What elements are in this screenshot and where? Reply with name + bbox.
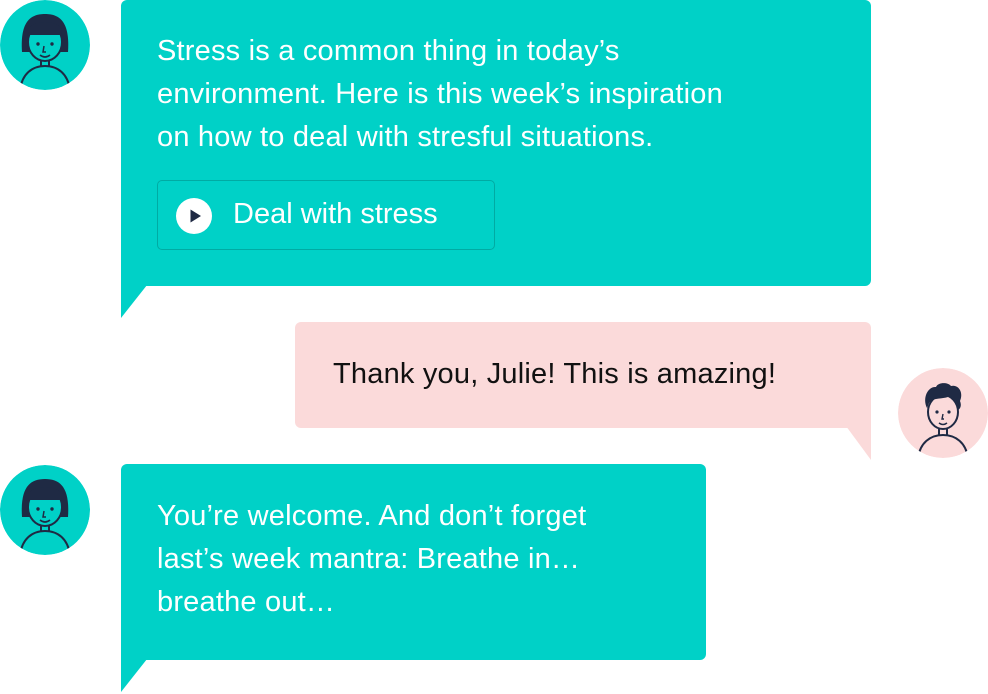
agent-message-bubble: Stress is a common thing in today’s envi… [121,0,871,286]
message-tail [121,654,151,692]
woman-avatar-icon [0,465,90,555]
play-icon [176,198,212,234]
man-avatar-icon [898,368,988,458]
message-line: last’s week mantra: Breathe in… [157,543,581,575]
deal-with-stress-button[interactable]: Deal with stress [157,180,495,250]
message-line: You’re welcome. And don’t forget [157,500,587,532]
user-message-bubble: Thank you, Julie! This is amazing! [295,322,871,428]
message-tail [121,280,151,318]
message-line: breathe out… [157,586,336,618]
message-line: Stress is a common thing in today’s [157,35,620,67]
message-text: Thank you, Julie! This is amazing! [333,353,776,396]
message-line: on how to deal with stresful situations. [157,121,654,153]
message-line: Thank you, Julie! This is amazing! [333,358,777,390]
message-text: You’re welcome. And don’t forget last’s … [157,495,586,624]
message-line: environment. Here is this week’s inspira… [157,78,723,110]
message-text: Stress is a common thing in today’s envi… [157,30,723,159]
link-label: Deal with stress [233,198,438,230]
agent-message-bubble: You’re welcome. And don’t forget last’s … [121,464,706,660]
woman-avatar-icon [0,0,90,90]
